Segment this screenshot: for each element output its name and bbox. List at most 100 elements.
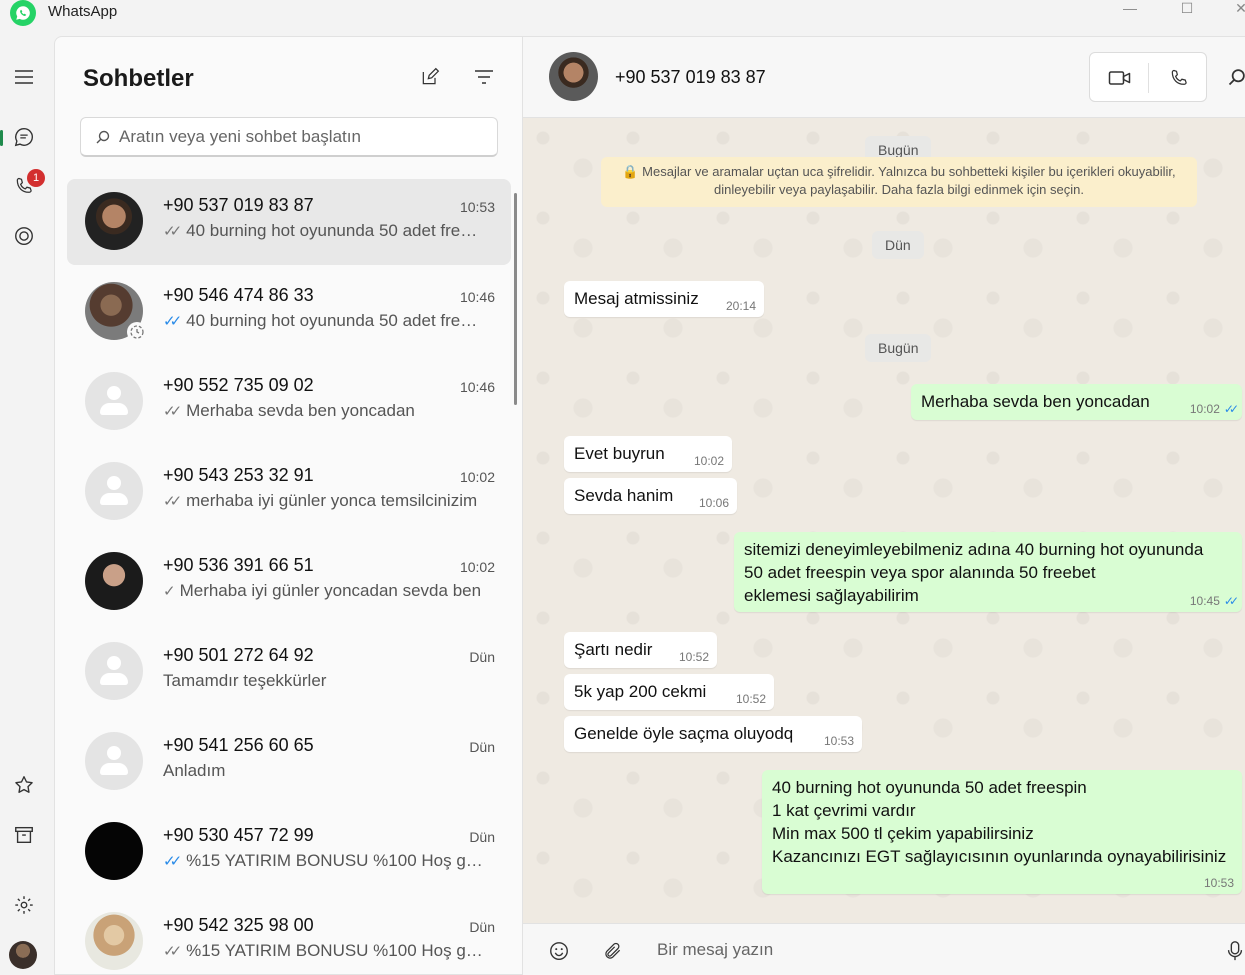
chat-list-panel: Sohbetler +90 537 019 83 87 10:53 ✓✓40 b…	[54, 36, 522, 975]
message-text: Merhaba sevda ben yoncadan	[921, 392, 1150, 411]
delivered-tick-icon: ✓✓	[163, 493, 182, 510]
chat-time: Dün	[469, 739, 495, 755]
avatar	[85, 912, 143, 970]
incoming-message[interactable]: Şartı nedir 10:52	[564, 632, 717, 668]
delivered-tick-icon: ✓✓	[163, 943, 182, 960]
incoming-message[interactable]: 5k yap 200 cekmi 10:52	[564, 674, 774, 710]
phone-icon	[1171, 69, 1187, 85]
message-time: 10:52	[735, 692, 766, 706]
message-text-line: Kazancınızı EGT sağlayıcısının oyunların…	[772, 847, 1227, 866]
compose-icon	[422, 67, 440, 85]
outgoing-message[interactable]: Merhaba sevda ben yoncadan 10:02 ✓✓	[911, 384, 1242, 420]
settings-nav-button[interactable]	[8, 889, 40, 921]
chat-list-item[interactable]: +90 542 325 98 00 Dün ✓✓ %15 YATIRIM BONU…	[67, 899, 511, 974]
emoji-button[interactable]	[547, 939, 571, 963]
encryption-notice[interactable]: 🔒 Mesajlar ve aramalar uçtan uca şifreli…	[601, 157, 1197, 207]
chat-time: 10:53	[459, 199, 495, 215]
avatar	[85, 822, 143, 880]
paperclip-icon	[605, 942, 621, 959]
calls-badge: 1	[27, 169, 45, 187]
message-text: Genelde öyle saçma oluyodq	[574, 724, 794, 743]
filter-button[interactable]	[472, 65, 496, 89]
chat-list-scrollbar[interactable]	[514, 193, 517, 405]
message-time: 10:06	[698, 496, 729, 510]
default-avatar-icon	[85, 732, 143, 790]
default-avatar-icon	[85, 462, 143, 520]
chats-nav-button[interactable]	[8, 121, 40, 153]
incoming-message[interactable]: Sevda hanim 10:06	[564, 478, 737, 514]
chat-time: Dün	[469, 919, 495, 935]
status-update-icon	[127, 322, 147, 342]
chat-list-item[interactable]: +90 501 272 64 92 Dün Tamamdır teşekkürl…	[67, 629, 511, 715]
chat-name: +90 530 457 72 99	[163, 825, 314, 845]
chat-time: 10:46	[459, 379, 495, 395]
chat-time: Dün	[469, 829, 495, 845]
archive-icon	[15, 826, 33, 844]
date-separator: Dün	[872, 231, 924, 259]
minimize-button[interactable]: —	[1107, 0, 1153, 20]
menu-button[interactable]	[8, 61, 40, 93]
video-call-button[interactable]	[1107, 65, 1133, 91]
chat-time: Dün	[469, 649, 495, 665]
chat-preview: Merhaba iyi günler yoncadan sevda ben	[179, 581, 482, 600]
chat-list-item[interactable]: +90 537 019 83 87 10:53 ✓✓ 40 burning hot…	[67, 179, 511, 265]
status-nav-button[interactable]	[8, 220, 40, 252]
outgoing-message[interactable]: sitemizi deneyimleyebilmeniz adına 40 bu…	[734, 532, 1242, 612]
message-input[interactable]	[657, 938, 1197, 962]
sent-tick-icon: ✓	[163, 583, 175, 600]
message-text-line: 40 burning hot oyununda 50 adet freespin	[772, 778, 1087, 797]
search-icon	[96, 130, 110, 144]
attach-button[interactable]	[601, 939, 625, 963]
conversation-header: +90 537 019 83 87	[523, 37, 1245, 118]
active-indicator	[0, 130, 3, 146]
delivered-tick-icon: ✓✓	[163, 403, 182, 420]
chat-preview: 40 burning hot oyununda 50 adet freespin	[186, 311, 483, 330]
voice-message-button[interactable]	[1223, 939, 1245, 963]
chat-time: 10:02	[459, 559, 495, 575]
chat-list-title: Sohbetler	[83, 65, 194, 92]
message-text-line: 50 adet freespin veya spor alanında 50 f…	[744, 563, 1096, 582]
chat-name: +90 501 272 64 92	[163, 645, 314, 665]
search-box	[80, 117, 498, 157]
default-avatar-icon	[85, 372, 143, 430]
profile-avatar[interactable]	[9, 941, 37, 969]
chat-time: 10:02	[459, 469, 495, 485]
chat-preview: %15 YATIRIM BONUSU %100 Hoş geldin	[186, 851, 483, 870]
conversation-search-button[interactable]	[1227, 67, 1245, 89]
contact-avatar[interactable]	[549, 52, 598, 101]
message-time: 10:02	[693, 454, 724, 468]
microphone-icon	[1227, 941, 1243, 961]
chat-list-item[interactable]: +90 552 735 09 02 10:46 ✓✓ Merhaba sevda …	[67, 359, 511, 445]
archive-nav-button[interactable]	[8, 819, 40, 851]
message-text-line: eklemesi sağlayabilirim	[744, 586, 919, 605]
chat-name: +90 542 325 98 00	[163, 915, 314, 935]
read-tick-icon: ✓✓	[1223, 594, 1239, 608]
close-button[interactable]: ✕	[1218, 0, 1245, 20]
chat-list-item[interactable]: +90 536 391 66 51 10:02 ✓ Merhaba iyi gün…	[67, 539, 511, 625]
starred-nav-button[interactable]	[8, 769, 40, 801]
chat-list-item[interactable]: +90 530 457 72 99 Dün ✓✓ %15 YATIRIM BONU…	[67, 809, 511, 895]
incoming-message[interactable]: Mesaj atmissiniz 20:14	[564, 281, 764, 317]
search-input[interactable]	[119, 126, 489, 148]
maximize-button[interactable]: ☐	[1164, 0, 1210, 20]
incoming-message[interactable]: Genelde öyle saçma oluyodq 10:53	[564, 716, 862, 752]
chat-list-item[interactable]: +90 546 474 86 33 10:46 ✓✓ 40 burning hot…	[67, 269, 511, 355]
chat-preview: Tamamdır teşekkürler	[163, 671, 327, 690]
gear-icon	[15, 896, 33, 914]
outgoing-message[interactable]: 40 burning hot oyununda 50 adet freespin…	[762, 770, 1242, 894]
chat-list-item[interactable]: +90 543 253 32 91 10:02 ✓✓ merhaba iyi gü…	[67, 449, 511, 535]
incoming-message[interactable]: Evet buyrun 10:02	[564, 436, 732, 472]
date-separator: Bugün	[865, 334, 932, 362]
chat-preview: merhaba iyi günler yonca temsilcinizim	[186, 491, 478, 510]
avatar	[85, 552, 143, 610]
chat-list-item[interactable]: +90 541 256 60 65 Dün Anladım	[67, 719, 511, 805]
chat-preview: Merhaba sevda ben yoncadan	[186, 401, 415, 420]
message-text: Mesaj atmissiniz	[574, 289, 699, 308]
status-icon	[15, 227, 33, 245]
contact-name[interactable]: +90 537 019 83 87	[615, 67, 766, 88]
title-bar: WhatsApp — ☐ ✕	[0, 0, 1245, 36]
conversation-panel: +90 537 019 83 87 Bugün 🔒 Mesajlar ve ar…	[522, 36, 1245, 975]
voice-call-button[interactable]	[1166, 65, 1192, 91]
message-text-line: Min max 500 tl çekim yapabilirsiniz	[772, 824, 1034, 843]
new-chat-button[interactable]	[418, 65, 442, 89]
